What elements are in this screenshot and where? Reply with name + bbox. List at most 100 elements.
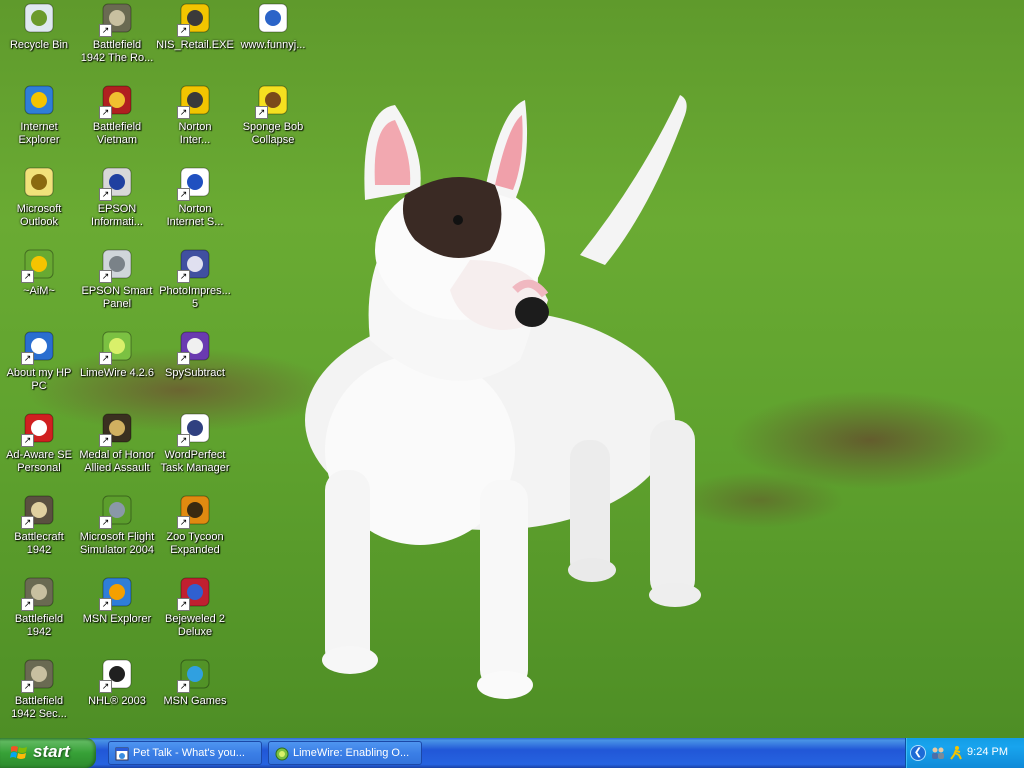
desktop-icon[interactable]: ↗ Battlefield Vietnam: [78, 84, 156, 166]
taskbar: start Pet Talk - What's you... LimeWire:…: [0, 738, 1024, 768]
desktop-icon-label: WordPerfect Task Manager: [160, 449, 230, 474]
media-file-icon: [258, 3, 288, 33]
browser-window-icon: [115, 747, 129, 761]
shortcut-arrow-icon: ↗: [99, 270, 112, 283]
shortcut-arrow-icon: ↗: [99, 434, 112, 447]
desktop-icon[interactable]: ↗ Medal of Honor Allied Assault: [78, 412, 156, 494]
desktop-icon[interactable]: ↗ Bejeweled 2 Deluxe: [156, 576, 234, 658]
desktop-icon-label: Norton Internet S...: [166, 203, 224, 228]
shortcut-arrow-icon: ↗: [177, 434, 190, 447]
desktop-icon[interactable]: ↗ SpySubtract: [156, 330, 234, 412]
shortcut-arrow-icon: ↗: [177, 188, 190, 201]
desktop-icon[interactable]: Recycle Bin: [0, 2, 78, 84]
desktop-icon[interactable]: ↗ EPSON Informati...: [78, 166, 156, 248]
aim-running-man-icon[interactable]: [948, 745, 964, 761]
shortcut-arrow-icon: ↗: [21, 680, 34, 693]
system-tray: ❮ 9:24 PM: [905, 738, 1024, 768]
desktop-icon-label: NIS_Retail.EXE: [156, 39, 234, 51]
task-label: Pet Talk - What's you...: [133, 747, 245, 759]
shortcut-arrow-icon: ↗: [177, 270, 190, 283]
desktop-icon-label: www.funnyj...: [240, 39, 306, 51]
desktop-icon-label: MSN Games: [163, 695, 227, 707]
shortcut-arrow-icon: ↗: [21, 434, 34, 447]
desktop-icon-label: ~AiM~: [23, 285, 55, 297]
desktop-icon-label: Recycle Bin: [9, 39, 69, 51]
desktop-icon-label: Medal of Honor Allied Assault: [79, 449, 155, 474]
desktop-icon[interactable]: Microsoft Outlook: [0, 166, 78, 248]
desktop-icon-label: EPSON Informati...: [91, 203, 143, 228]
shortcut-arrow-icon: ↗: [177, 24, 190, 37]
desktop-icon[interactable]: ↗ LimeWire 4.2.6: [78, 330, 156, 412]
clock: 9:24 PM: [967, 746, 1008, 758]
desktop-icon[interactable]: ↗ PhotoImpres... 5: [156, 248, 234, 330]
shortcut-arrow-icon: ↗: [21, 270, 34, 283]
taskbar-button-pet-talk[interactable]: Pet Talk - What's you...: [108, 741, 262, 765]
desktop-icon-label: Battlefield 1942 The Ro...: [80, 39, 154, 64]
desktop-icon-label: Norton Inter...: [178, 121, 212, 146]
desktop-icon-label: Battlefield Vietnam: [92, 121, 142, 146]
desktop-icon-label: Zoo Tycoon Expanded: [166, 531, 224, 556]
desktop-icon[interactable]: www.funnyj...: [234, 2, 312, 84]
shortcut-arrow-icon: ↗: [21, 598, 34, 611]
shortcut-arrow-icon: ↗: [99, 24, 112, 37]
desktop-icon[interactable]: ↗ MSN Explorer: [78, 576, 156, 658]
limewire-icon: [275, 747, 289, 761]
shortcut-arrow-icon: ↗: [177, 680, 190, 693]
desktop-icon-label: About my HP PC: [6, 367, 72, 392]
taskbar-button-limewire[interactable]: LimeWire: Enabling O...: [268, 741, 422, 765]
desktop-icon[interactable]: ↗ WordPerfect Task Manager: [156, 412, 234, 494]
desktop-icon-label: Microsoft Outlook: [16, 203, 62, 228]
internet-explorer-icon: [24, 85, 54, 115]
network-users-icon[interactable]: [930, 745, 946, 761]
desktop-icon[interactable]: ↗ Ad-Aware SE Personal: [0, 412, 78, 494]
shortcut-arrow-icon: ↗: [255, 106, 268, 119]
shortcut-arrow-icon: ↗: [177, 516, 190, 529]
desktop-icon[interactable]: ↗ Norton Internet S...: [156, 166, 234, 248]
desktop-icon[interactable]: ↗ EPSON Smart Panel: [78, 248, 156, 330]
show-hidden-icons-chevron-icon[interactable]: ❮: [910, 745, 926, 761]
shortcut-arrow-icon: ↗: [21, 352, 34, 365]
shortcut-arrow-icon: ↗: [99, 352, 112, 365]
desktop-icon[interactable]: ↗ ~AiM~: [0, 248, 78, 330]
desktop-icon-label: EPSON Smart Panel: [81, 285, 153, 310]
desktop-icon[interactable]: ↗ Battlecraft 1942: [0, 494, 78, 576]
desktop-icon[interactable]: ↗ MSN Games: [156, 658, 234, 738]
desktop-icon-label: Ad-Aware SE Personal: [6, 449, 72, 474]
desktop-icon[interactable]: ↗ Norton Inter...: [156, 84, 234, 166]
recycle-bin-icon: [24, 3, 54, 33]
desktop-icon[interactable]: ↗ Battlefield 1942 The Ro...: [78, 2, 156, 84]
wallpaper-bull-terrier: [305, 95, 701, 699]
shortcut-arrow-icon: ↗: [99, 106, 112, 119]
desktop-icon-label: PhotoImpres... 5: [159, 285, 231, 310]
desktop-icon-label: Battlefield 1942 Sec...: [11, 695, 67, 720]
desktop-icon[interactable]: ↗ Sponge Bob Collapse: [234, 84, 312, 166]
task-label: LimeWire: Enabling O...: [293, 747, 410, 759]
desktop-icon-label: NHL® 2003: [88, 695, 146, 707]
shortcut-arrow-icon: ↗: [21, 516, 34, 529]
desktop-icon[interactable]: ↗ About my HP PC: [0, 330, 78, 412]
shortcut-arrow-icon: ↗: [99, 188, 112, 201]
shortcut-arrow-icon: ↗: [99, 598, 112, 611]
outlook-icon: [24, 167, 54, 197]
desktop-icon[interactable]: ↗ Battlefield 1942: [0, 576, 78, 658]
shortcut-arrow-icon: ↗: [177, 598, 190, 611]
desktop-icon[interactable]: ↗ Battlefield 1942 Sec...: [0, 658, 78, 738]
desktop-icon[interactable]: ↗ Zoo Tycoon Expanded: [156, 494, 234, 576]
desktop-icon-label: Battlefield 1942: [14, 613, 64, 638]
desktop-icon[interactable]: ↗ NHL® 2003: [78, 658, 156, 738]
desktop-icon-label: Sponge Bob Collapse: [242, 121, 304, 146]
shortcut-arrow-icon: ↗: [177, 352, 190, 365]
desktop-icon-label: Bejeweled 2 Deluxe: [165, 613, 225, 638]
desktop-icon-label: MSN Explorer: [82, 613, 152, 625]
shortcut-arrow-icon: ↗: [177, 106, 190, 119]
shortcut-arrow-icon: ↗: [99, 516, 112, 529]
desktop-icon[interactable]: Internet Explorer: [0, 84, 78, 166]
desktop[interactable]: Recycle Bin ↗ Battlefield 1942 The Ro... ↗ N…: [0, 0, 1024, 738]
start-button[interactable]: start: [0, 738, 96, 768]
desktop-icon-label: Internet Explorer: [18, 121, 60, 146]
desktop-icon-label: SpySubtract: [165, 367, 225, 379]
desktop-icon[interactable]: ↗ NIS_Retail.EXE: [156, 2, 234, 84]
desktop-icon[interactable]: ↗ Microsoft Flight Simulator 2004: [78, 494, 156, 576]
shortcut-arrow-icon: ↗: [99, 680, 112, 693]
start-label: start: [33, 742, 70, 761]
